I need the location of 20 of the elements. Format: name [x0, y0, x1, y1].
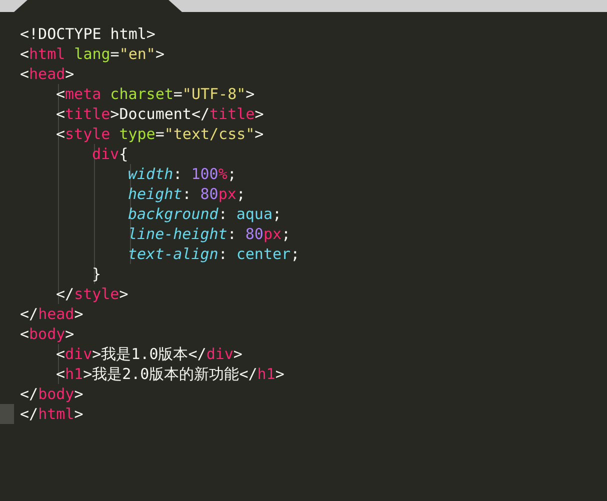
code-line: div{	[92, 145, 128, 163]
code-line: </body>	[20, 385, 84, 403]
code-line: <body>	[20, 325, 74, 343]
code-line: <h1>我是2.0版本的新功能</h1>	[56, 365, 284, 383]
code-line: }	[92, 265, 102, 283]
code-line: line-height: 80px;	[128, 225, 291, 243]
code-line: text-align: center;	[128, 245, 300, 263]
code-line: <head>	[20, 65, 74, 83]
code-line: <!DOCTYPE html>	[20, 25, 156, 43]
code-line: <title>Document</title>	[56, 105, 264, 123]
code-line: </html>	[20, 405, 84, 423]
code-line: <style type="text/css">	[56, 125, 264, 143]
code-line: </head>	[20, 305, 84, 323]
code-line: <meta charset="UTF-8">	[56, 85, 255, 103]
code-line: </style>	[56, 285, 128, 303]
code-line: background: aqua;	[128, 205, 282, 223]
code-line: width: 100%;	[128, 165, 236, 183]
code-line: height: 80px;	[128, 185, 246, 203]
code-line: <div>我是1.0版本</div>	[56, 345, 242, 363]
code-line: <html lang="en">	[20, 45, 164, 63]
